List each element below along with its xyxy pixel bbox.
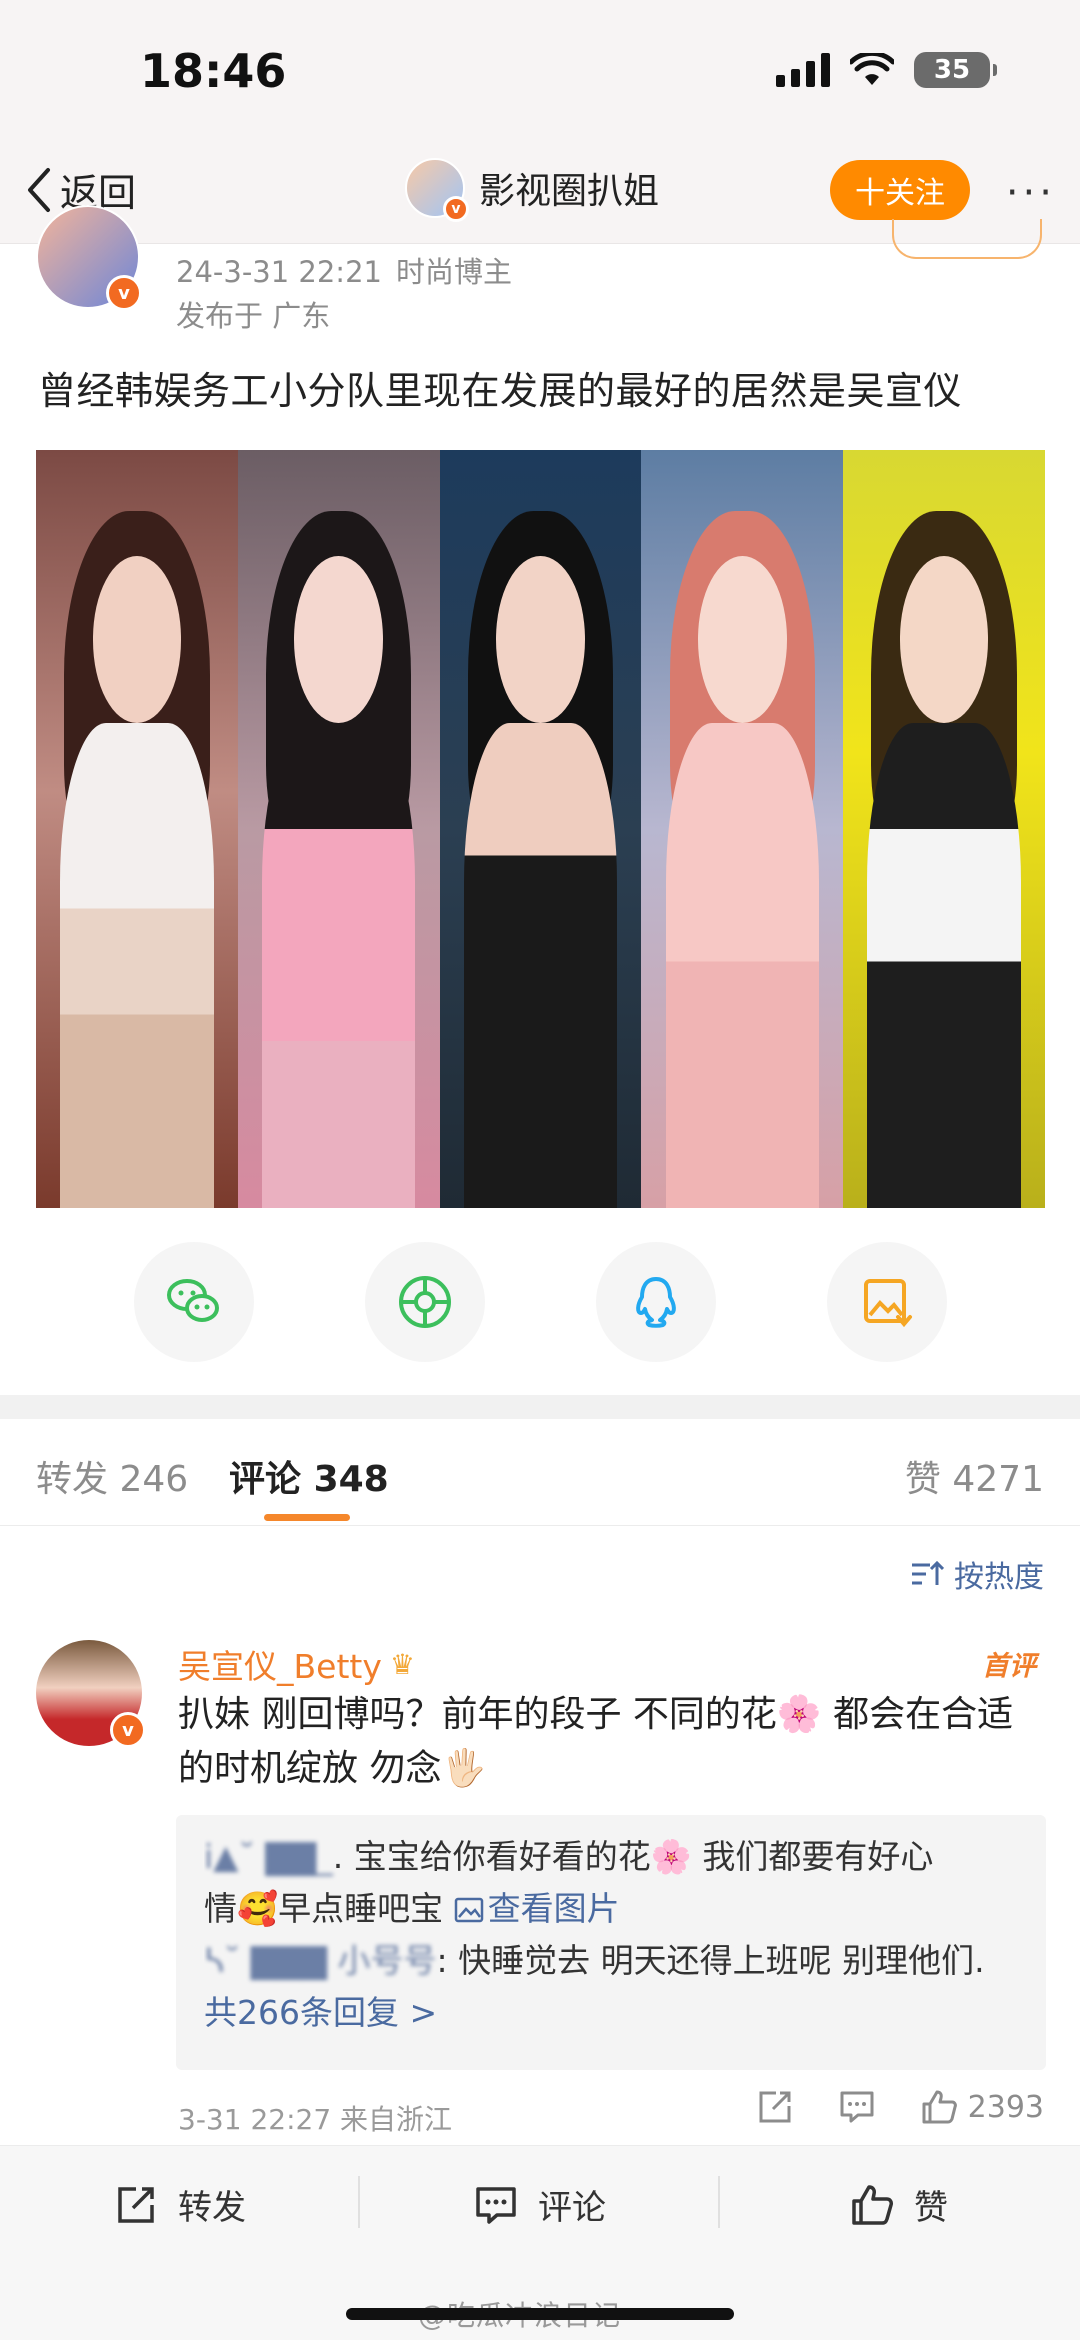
tab-like[interactable]: 赞 4271 [905, 1450, 1044, 1502]
share-qq-button[interactable] [596, 1242, 716, 1362]
image-icon [454, 1897, 483, 1923]
commenter-name-row[interactable]: 吴宣仪_Betty ♛ [178, 1640, 415, 1688]
qq-icon [636, 1277, 676, 1328]
reply-text: . 宝宝给你看好看的花🌸 我们都要有好心 [332, 1837, 934, 1876]
reply-box[interactable]: i▲˘ ▇▇_. 宝宝给你看好看的花🌸 我们都要有好心 情🥰早点睡吧宝 查看图片… [176, 1815, 1046, 2070]
repost-label: 转发 [178, 2188, 246, 2228]
comment-like-count: 2393 [967, 2089, 1044, 2125]
repost-button[interactable]: 转发 [114, 2180, 246, 2229]
active-tab-indicator [264, 1514, 350, 1521]
comment-icon[interactable] [838, 2088, 876, 2126]
photo-3 [439, 450, 642, 1208]
repost-icon [118, 2186, 154, 2223]
chevron-left-icon [28, 167, 50, 212]
account-avatar: v [405, 158, 469, 222]
section-divider [0, 1395, 1080, 1419]
comment-like-button[interactable]: 2393 [920, 2088, 1044, 2126]
tab-comment-label: 评论 [229, 1459, 302, 1500]
sort-icon [912, 1560, 944, 1585]
reply-1[interactable]: i▲˘ ▇▇_. 宝宝给你看好看的花🌸 我们都要有好心 [204, 1831, 1018, 1883]
verified-badge-icon: v [110, 1712, 146, 1748]
thumbs-up-icon [922, 2090, 957, 2124]
reply-2[interactable]: ᓴ˘ ▇▇▇ 小号号: 快睡觉去 明天还得上班呢 别理他们. [204, 1935, 1018, 1987]
thumbs-up-icon [852, 2184, 893, 2225]
bar-divider [358, 2176, 360, 2228]
verified-badge-icon: v [443, 196, 469, 222]
tab-repost-label: 转发 [36, 1459, 109, 1500]
photo-5 [843, 450, 1045, 1208]
reply-author-blurred: ᓴ˘ ▇▇▇ 小号号 [204, 1941, 437, 1980]
reply-text: : 快睡觉去 明天还得上班呢 别理他们. [436, 1941, 985, 1980]
like-label: 赞 [914, 2188, 948, 2228]
cellular-signal-icon [776, 53, 830, 87]
post-location: 发布于 广东 [176, 299, 331, 333]
save-image-icon [864, 1279, 912, 1328]
tab-comment-count: 348 [313, 1459, 389, 1500]
post-header: v 24-3-31 22:21 时尚博主 发布于 广东 [0, 205, 1080, 345]
post-text: 曾经韩娱务工小分队里现在发展的最好的居然是吴宣仪 [38, 369, 963, 413]
status-time: 18:46 [140, 44, 287, 98]
share-moments-button[interactable] [365, 1242, 485, 1362]
comment-text: 扒妹 刚回博吗？前年的段子 不同的花🌸 都会在合适的时机绽放 勿念🖐🏻 [178, 1694, 1014, 1789]
photo-1 [36, 450, 238, 1208]
share-icon[interactable] [756, 2088, 794, 2126]
follow-button[interactable]: 十关注 [830, 160, 970, 220]
like-button[interactable]: 赞 [850, 2180, 948, 2229]
reply-author-blurred: i▲˘ ▇▇_ [204, 1837, 333, 1876]
home-indicator[interactable] [346, 2308, 734, 2320]
more-options-button[interactable]: ··· [1006, 170, 1056, 216]
tab-repost[interactable]: 转发 246 [36, 1450, 188, 1502]
comment-icon [476, 2186, 516, 2224]
reply-1-cont: 情🥰早点睡吧宝 查看图片 [204, 1883, 1018, 1935]
interaction-tabs: 转发 246 评论 348 赞 4271 [0, 1420, 1080, 1526]
commenter-name: 吴宣仪_Betty [178, 1647, 382, 1686]
status-icons: 35 [776, 52, 997, 88]
view-all-replies-link[interactable]: 共266条回复 > [204, 1987, 1018, 2039]
comment-label: 评论 [538, 2188, 606, 2228]
battery-icon: 35 [914, 52, 997, 88]
photo-4 [641, 450, 844, 1208]
bar-divider [718, 2176, 720, 2228]
follow-button-partial[interactable] [892, 219, 1042, 259]
account-header[interactable]: v 影视圈扒姐 [405, 158, 660, 222]
photo-2 [237, 450, 440, 1208]
sort-label: 按热度 [954, 1560, 1044, 1595]
view-image-label: 查看图片 [487, 1889, 620, 1928]
commenter-avatar[interactable]: v [36, 1640, 146, 1748]
sort-by-hot-button[interactable]: 按热度 [910, 1552, 1044, 1596]
moments-icon [399, 1276, 451, 1328]
share-wechat-button[interactable] [134, 1242, 254, 1362]
share-row [0, 1242, 1080, 1362]
reply-text: 情🥰早点睡吧宝 [204, 1889, 454, 1928]
comment-actions: 2393 [756, 2088, 1044, 2126]
account-name: 影视圈扒姐 [479, 171, 660, 212]
wifi-icon [850, 53, 894, 85]
crown-icon: ♛ [389, 1647, 415, 1681]
tab-like-count: 4271 [952, 1459, 1044, 1500]
post-image[interactable] [36, 450, 1045, 1208]
post-tag: 时尚博主 [395, 255, 512, 289]
post-meta: 24-3-31 22:21 时尚博主 [176, 249, 512, 291]
author-avatar[interactable]: v [36, 205, 142, 311]
comment-button[interactable]: 评论 [474, 2180, 606, 2229]
first-comment-badge: 首评 [982, 1651, 1036, 1682]
wechat-icon [167, 1279, 219, 1322]
tab-repost-count: 246 [119, 1459, 189, 1500]
status-bar: 18:46 35 [0, 0, 1080, 140]
post-timestamp: 24-3-31 22:21 [176, 255, 382, 289]
bottom-action-bar: 转发 评论 赞 @吃瓜冲浪日记 [0, 2145, 1080, 2340]
comment-footer: 3-31 22:27 来自浙江 [178, 2103, 453, 2136]
save-image-button[interactable] [827, 1242, 947, 1362]
tab-like-label: 赞 [904, 1459, 941, 1500]
tab-comment[interactable]: 评论 348 [229, 1450, 389, 1502]
verified-badge-icon: v [106, 275, 142, 311]
view-image-link[interactable]: 查看图片 [454, 1889, 620, 1928]
